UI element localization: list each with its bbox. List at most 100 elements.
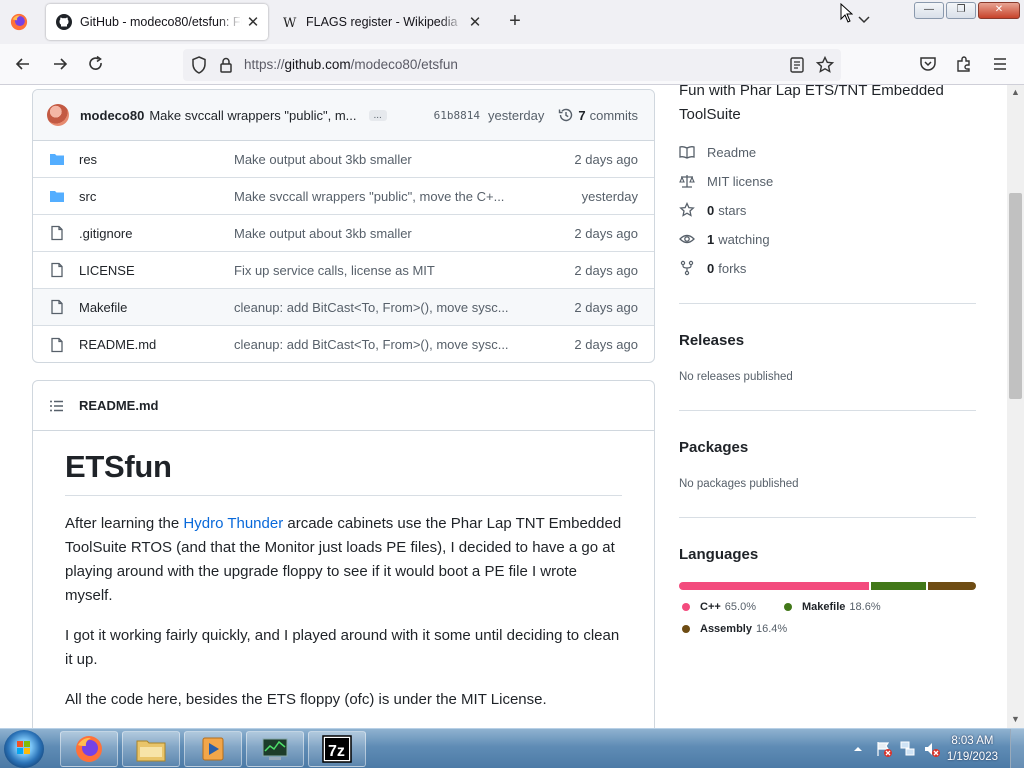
scrollbar-thumb[interactable]	[1009, 193, 1022, 399]
file-name[interactable]: README.md	[79, 337, 234, 352]
close-tab-icon[interactable]: ✕	[242, 13, 264, 31]
reader-view-icon[interactable]	[787, 55, 807, 75]
file-commit-message[interactable]: Make svccall wrappers "public", move the…	[234, 189, 530, 204]
file-row-license[interactable]: LICENSE Fix up service calls, license as…	[33, 252, 654, 289]
scroll-up-arrow-icon[interactable]: ▲	[1011, 87, 1020, 97]
file-commit-message[interactable]: Make output about 3kb smaller	[234, 226, 530, 241]
file-icon	[51, 225, 63, 241]
file-browser: modeco80 Make svccall wrappers "public",…	[32, 89, 655, 363]
languages-heading: Languages	[679, 546, 759, 563]
media-player-icon	[202, 737, 224, 761]
file-name[interactable]: res	[79, 152, 234, 167]
new-tab-button[interactable]: +	[502, 9, 528, 35]
close-window-button[interactable]: ✕	[978, 2, 1020, 19]
list-all-tabs-icon[interactable]	[857, 12, 871, 26]
file-age: 2 days ago	[574, 299, 638, 315]
file-age: 2 days ago	[574, 151, 638, 167]
firefox-menu-icon[interactable]	[10, 13, 28, 31]
extensions-icon[interactable]	[954, 54, 974, 74]
file-row-src[interactable]: src Make svccall wrappers "public", move…	[33, 178, 654, 215]
file-icon	[51, 262, 63, 278]
file-icon	[51, 299, 63, 315]
divider	[679, 410, 976, 411]
bookmark-star-icon[interactable]	[815, 55, 835, 75]
show-desktop-button[interactable]	[1010, 729, 1024, 768]
language-item-makefile[interactable]: Makefile 18.6%	[784, 601, 881, 613]
watchers-link[interactable]: 1 watching	[679, 231, 770, 247]
readme-link[interactable]: Readme	[679, 144, 756, 160]
action-center-flag-icon[interactable]	[875, 740, 893, 758]
file-row-gitignore[interactable]: .gitignore Make output about 3kb smaller…	[33, 215, 654, 252]
minimize-button[interactable]: —	[914, 2, 944, 19]
readme-header: README.md	[33, 381, 654, 431]
folder-icon	[50, 191, 64, 202]
readme-panel: README.md ETSfun After learning the Hydr…	[32, 380, 655, 728]
divider	[679, 517, 976, 518]
file-commit-message[interactable]: Make output about 3kb smaller	[234, 152, 530, 167]
tab-github-etsfun[interactable]: GitHub - modeco80/etsfun: Fun ✕	[46, 4, 268, 40]
releases-heading[interactable]: Releases	[679, 332, 744, 349]
avatar[interactable]	[47, 104, 69, 126]
file-name[interactable]: .gitignore	[79, 226, 234, 241]
scroll-down-arrow-icon[interactable]: ▼	[1011, 714, 1020, 724]
maximize-button[interactable]: ❐	[946, 2, 976, 19]
tab-flags-register[interactable]: W FLAGS register - Wikipedia ✕	[272, 4, 490, 40]
language-item-cpp[interactable]: C++ 65.0%	[682, 601, 756, 613]
clock-date: 1/19/2023	[946, 751, 998, 763]
repo-description: Fun with Phar Lap ETS/TNT Embedded ToolS…	[679, 85, 944, 123]
commit-author[interactable]: modeco80	[80, 108, 144, 123]
commit-message[interactable]: Make svccall wrappers "public", m...	[149, 108, 356, 123]
address-bar[interactable]: https://github.com/modeco80/etsfun	[183, 49, 841, 81]
file-row-readme[interactable]: README.md cleanup: add BitCast<To, From>…	[33, 326, 654, 362]
packages-heading[interactable]: Packages	[679, 439, 748, 456]
eye-icon	[679, 234, 695, 244]
network-icon[interactable]	[899, 740, 917, 758]
volume-muted-icon[interactable]	[923, 740, 941, 758]
pocket-icon[interactable]	[918, 54, 938, 74]
tab-strip: GitHub - modeco80/etsfun: Fun ✕ W FLAGS …	[0, 0, 1024, 44]
tracking-protection-shield-icon[interactable]	[189, 55, 209, 75]
reload-icon[interactable]	[86, 54, 106, 74]
taskbar-file-explorer[interactable]	[122, 731, 180, 767]
readme-paragraph: After learning the Hydro Thunder arcade …	[65, 515, 622, 604]
url-text[interactable]: https://github.com/modeco80/etsfun	[244, 57, 458, 72]
start-button[interactable]	[4, 730, 44, 768]
taskbar-media-player[interactable]	[184, 731, 242, 767]
file-row-makefile[interactable]: Makefile cleanup: add BitCast<To, From>(…	[33, 289, 654, 326]
readme-content: ETSfun After learning the Hydro Thunder …	[33, 431, 654, 712]
close-tab-icon[interactable]: ✕	[464, 13, 486, 31]
file-name[interactable]: Makefile	[79, 300, 234, 315]
language-bar-segment-assembly[interactable]	[927, 582, 976, 590]
taskbar-firefox[interactable]	[60, 731, 118, 767]
system-clock[interactable]: 8:03 AM 1/19/2023	[947, 733, 998, 765]
hydro-thunder-link[interactable]: Hydro Thunder	[183, 515, 283, 532]
file-name[interactable]: src	[79, 189, 234, 204]
file-commit-message[interactable]: Fix up service calls, license as MIT	[234, 263, 530, 278]
readme-title: ETSfun	[65, 449, 622, 496]
file-row-res[interactable]: res Make output about 3kb smaller 2 days…	[33, 141, 654, 178]
license-link[interactable]: MIT license	[679, 173, 773, 189]
file-commit-message[interactable]: cleanup: add BitCast<To, From>(), move s…	[234, 300, 530, 315]
taskbar-task-manager[interactable]	[246, 731, 304, 767]
notification-area: 8:03 AM 1/19/2023	[851, 729, 1024, 768]
commits-history-link[interactable]: 7 commits	[558, 107, 638, 123]
task-manager-icon	[262, 738, 288, 760]
file-commit-message[interactable]: cleanup: add BitCast<To, From>(), move s…	[234, 337, 530, 352]
lock-icon[interactable]	[216, 55, 236, 75]
file-name[interactable]: LICENSE	[79, 263, 234, 278]
expand-commit-button[interactable]: ...	[368, 109, 387, 121]
table-of-contents-icon[interactable]	[49, 398, 65, 414]
language-bar-segment-makefile[interactable]	[871, 582, 926, 590]
page-scrollbar[interactable]: ▲ ▼	[1007, 85, 1024, 728]
back-icon[interactable]	[13, 54, 33, 74]
readme-filename[interactable]: README.md	[79, 398, 158, 413]
language-item-assembly[interactable]: Assembly 16.4%	[682, 623, 787, 635]
show-hidden-icons-icon[interactable]	[851, 742, 865, 756]
hamburger-menu-icon[interactable]	[990, 54, 1010, 74]
taskbar-7zip[interactable]: 7z	[308, 731, 366, 767]
stars-link[interactable]: 0 stars	[679, 202, 746, 218]
forward-icon[interactable]	[50, 54, 70, 74]
forks-link[interactable]: 0 forks	[679, 260, 746, 276]
language-bar-segment-cpp[interactable]	[679, 582, 870, 590]
commit-sha[interactable]: 61b8814	[434, 109, 480, 122]
